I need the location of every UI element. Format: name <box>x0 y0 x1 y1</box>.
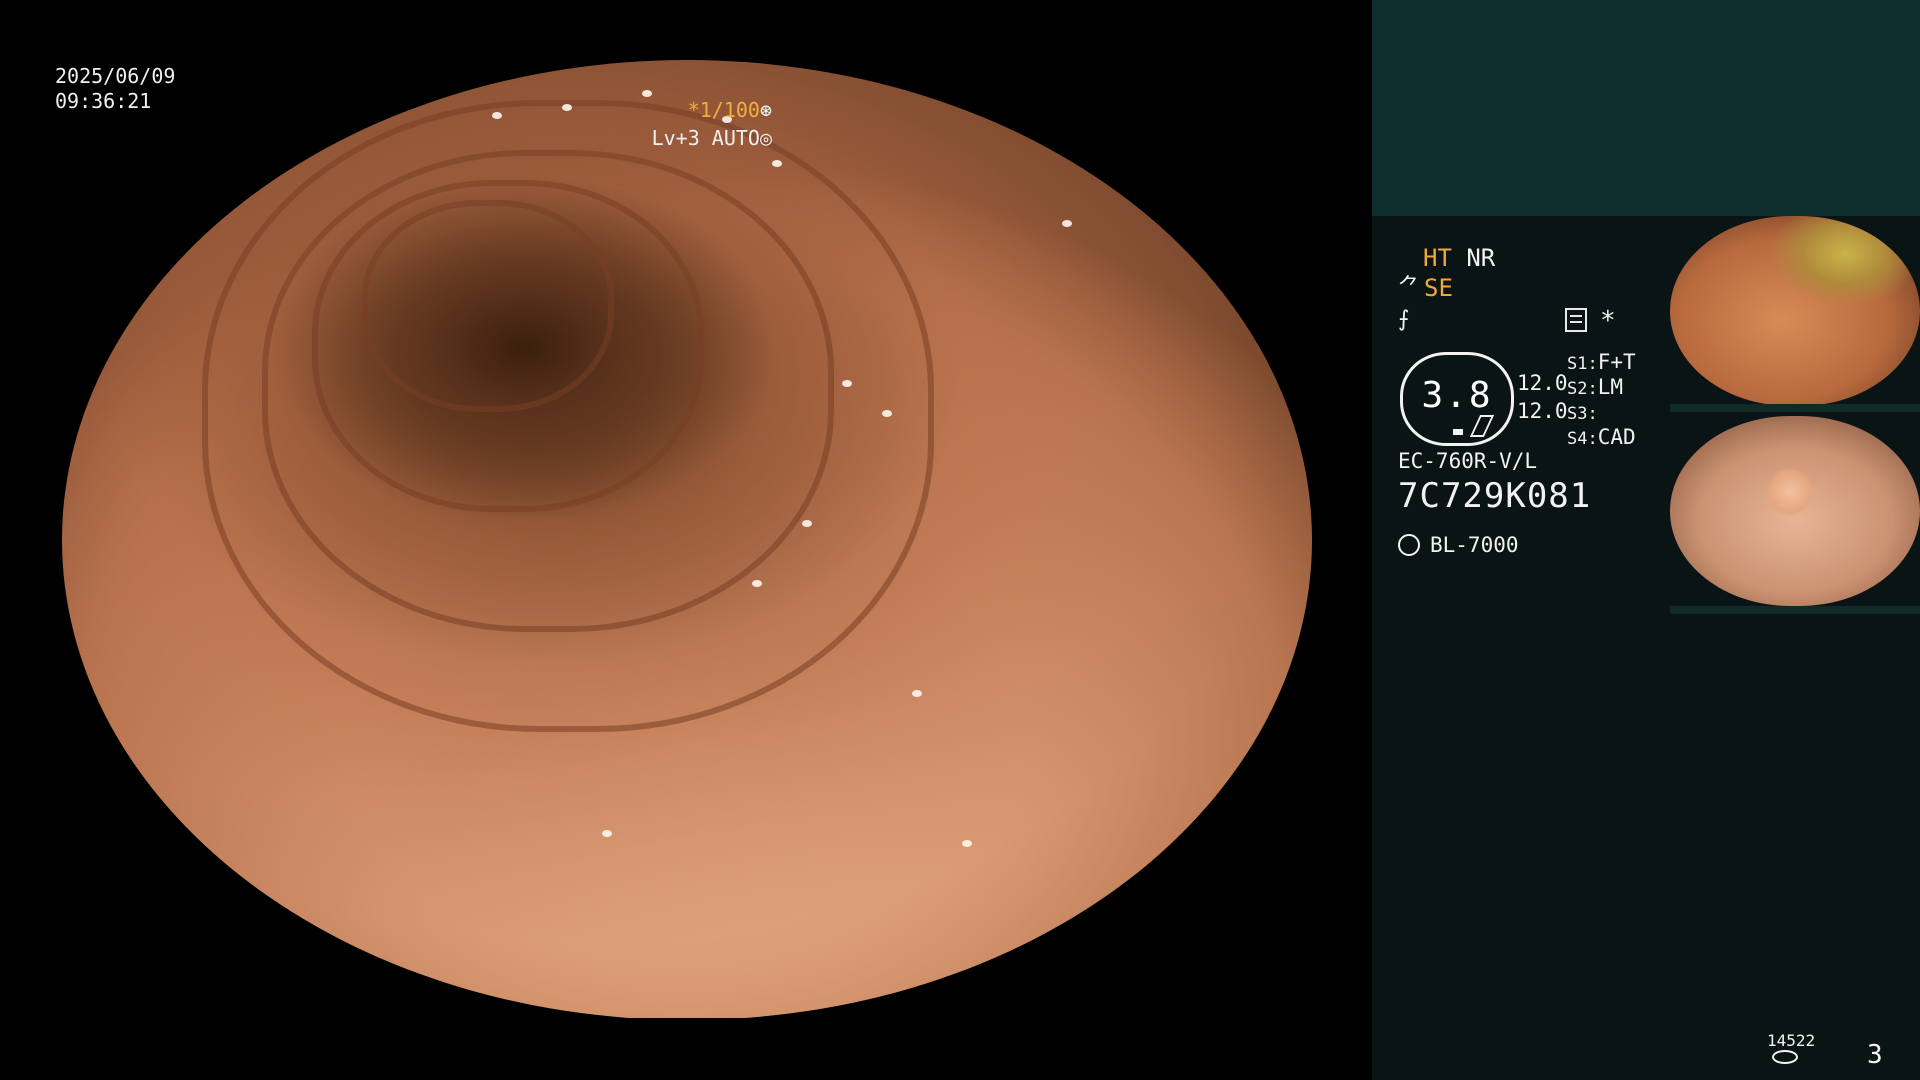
light-reflection <box>882 410 892 417</box>
light-reflection <box>912 690 922 697</box>
slot-value: F+T <box>1597 350 1636 374</box>
value-two: 12.0 <box>1517 399 1568 423</box>
light-reflection <box>602 830 612 837</box>
dial-marker <box>1453 429 1463 435</box>
exposure-level-readout: Lv+3 AUTO◎ <box>652 126 772 151</box>
slot-s2: S2:LM <box>1567 375 1623 399</box>
aperture-icon: ⊛ <box>759 98 772 122</box>
light-reflection <box>492 112 502 119</box>
se-label: SE <box>1424 274 1453 302</box>
se-status: ⺈ SE <box>1398 273 1453 303</box>
slot-key: S3: <box>1567 404 1598 424</box>
scope-model: EC-760R-V/L <box>1398 449 1538 473</box>
video-mask-bottom <box>0 1018 1372 1080</box>
captured-thumbnail-1[interactable] <box>1670 216 1920 406</box>
slot-s1: S1:F+T <box>1567 350 1636 374</box>
image-counter: 14522 <box>1767 1031 1816 1050</box>
light-source-label: BL-7000 <box>1430 533 1519 557</box>
thumbnail-caption-bar <box>1670 404 1920 412</box>
shutter-readout: *1/100⊛ <box>688 98 772 123</box>
light-reflection <box>642 90 652 97</box>
light-reflection <box>562 104 572 111</box>
level-text: Lv+3 AUTO <box>651 126 760 150</box>
endoscope-video-area: 2025/06/09 09:36:21 *1/100⊛ Lv+3 AUTO◎ <box>0 0 1372 1080</box>
settings-list-icon <box>1565 308 1587 332</box>
value-one: 12.0 <box>1517 371 1568 395</box>
light-reflection <box>1062 220 1072 227</box>
slot-s3: S3: <box>1567 400 1598 424</box>
page-number: 3 <box>1867 1040 1883 1070</box>
light-reflection <box>752 580 762 587</box>
date-text: 2025/06/09 <box>55 64 176 88</box>
slot-s4: S4:CAD <box>1567 425 1636 449</box>
scope-serial: 7C729K081 <box>1398 476 1592 516</box>
ht-label: HT <box>1423 244 1452 272</box>
date-time: 2025/06/09 09:36:21 <box>55 64 175 114</box>
time-text: 09:36:21 <box>55 89 152 113</box>
slot-key: S2: <box>1567 379 1598 399</box>
endoscope-live-image <box>62 60 1312 1020</box>
panel-header-area <box>1372 0 1920 216</box>
dial-indicator-icon <box>1469 415 1495 437</box>
scope-enhance-icon: ⺈ <box>1398 275 1421 300</box>
light-source: BL-7000 <box>1398 530 1519 560</box>
light-reflection <box>962 840 972 847</box>
light-reflection <box>772 160 782 167</box>
slot-key: S1: <box>1567 354 1598 374</box>
nr-label: NR <box>1466 244 1496 272</box>
flat-mode-status: ⨍ <box>1398 303 1409 335</box>
auto-exposure-icon: ◎ <box>759 126 772 150</box>
slot-value: CAD <box>1597 425 1636 449</box>
asterisk-mark: * <box>1600 306 1616 336</box>
captured-thumbnail-2[interactable] <box>1670 416 1920 606</box>
slot-key: S4: <box>1567 429 1598 449</box>
slot-value: LM <box>1597 375 1624 399</box>
zoom-dial: 3.8 <box>1400 352 1514 446</box>
dial-value: 3.8 <box>1421 375 1493 416</box>
storage-disk-icon <box>1772 1050 1798 1064</box>
light-reflection <box>842 380 852 387</box>
info-panel: HT NR ⺈ SE ⨍ * 3.8 12.0 12.0 S1:F+T S2:L… <box>1372 0 1920 1080</box>
mucosa-fold <box>362 200 614 412</box>
light-reflection <box>802 520 812 527</box>
thumbnail-caption-bar <box>1670 606 1920 614</box>
shutter-text: *1/100 <box>687 98 760 122</box>
video-mask-top <box>0 0 1372 60</box>
ht-nr-status: HT NR <box>1423 243 1495 273</box>
light-source-icon <box>1398 534 1420 556</box>
flat-mode-icon: ⨍ <box>1398 307 1410 332</box>
